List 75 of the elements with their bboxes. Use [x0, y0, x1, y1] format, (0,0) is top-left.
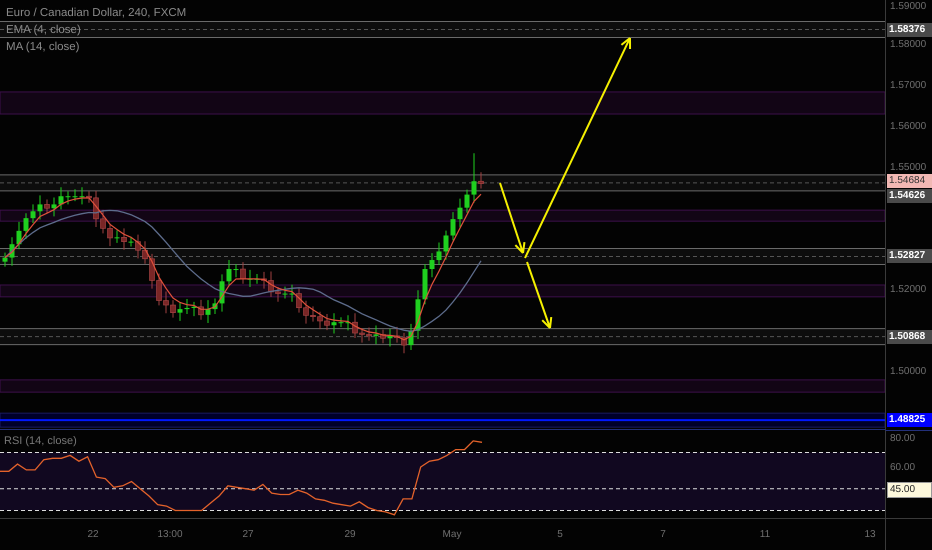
candle: [72, 188, 78, 202]
candle: [220, 274, 224, 312]
candle: [240, 262, 246, 284]
candle: [254, 273, 260, 284]
price-label: 1.52000: [890, 284, 926, 296]
candle: [52, 196, 56, 217]
candle: [282, 286, 288, 299]
candle: [30, 204, 36, 224]
price-marker: 1.52827: [887, 249, 932, 264]
candle: [346, 314, 350, 331]
rsi-axis-label: 80.00: [890, 432, 916, 445]
time-label: 5: [557, 528, 563, 542]
price-label: 1.56000: [890, 120, 926, 133]
candle: [178, 302, 182, 322]
candle: [408, 323, 414, 351]
price-label: 1.57000: [890, 80, 926, 92]
price-label: 1.55000: [890, 162, 926, 174]
price-label: 1.58000: [890, 38, 926, 51]
candle: [80, 186, 84, 205]
price-marker: 1.48825: [887, 413, 932, 428]
candle: [206, 300, 210, 324]
candle: [192, 301, 196, 317]
candle: [416, 290, 420, 340]
candle: [38, 194, 42, 220]
legend-text: MA (14, close): [6, 40, 80, 54]
price-marker: 1.54626: [887, 188, 932, 203]
time-label: May: [442, 528, 462, 542]
candle: [16, 221, 22, 250]
candle: [121, 228, 127, 250]
candle: [234, 264, 238, 278]
candle: [380, 329, 386, 344]
candle: [422, 264, 428, 305]
price-label: 1.50000: [890, 366, 926, 378]
price-marker: 1.58376: [887, 22, 932, 37]
rsi-axis-label: 60.00: [890, 462, 916, 474]
candle: [388, 328, 392, 347]
price-marker: 1.54684: [887, 174, 932, 188]
candle: [436, 242, 442, 266]
candle: [114, 230, 120, 244]
candle: [226, 260, 232, 287]
price-label: 1.59000: [890, 1, 926, 13]
candle: [332, 312, 336, 334]
time-label: 22: [87, 528, 99, 542]
time-label: 13:00: [157, 528, 183, 542]
candle: [430, 252, 434, 278]
candle: [44, 199, 50, 214]
candle: [444, 230, 448, 260]
time-label: 13: [864, 528, 876, 542]
arrow-drawing: [526, 262, 552, 329]
candle: [374, 324, 378, 345]
price-marker: 1.50868: [887, 330, 932, 344]
candle: [212, 298, 218, 315]
candle: [248, 269, 252, 288]
candle: [2, 252, 8, 268]
candle: [128, 236, 134, 248]
candle: [198, 299, 204, 320]
time-label: 11: [760, 528, 770, 542]
time-label: 27: [242, 528, 254, 542]
candle: [184, 298, 190, 315]
time-label: 29: [344, 528, 356, 542]
candle: [458, 198, 462, 228]
rsi-level-marker: 45.00: [887, 482, 932, 498]
candle: [478, 172, 484, 190]
legend-text: Euro / Canadian Dollar, 240, FXCM: [6, 6, 186, 20]
candle: [10, 236, 14, 266]
candle: [24, 212, 28, 240]
candle: [472, 152, 476, 204]
candle: [464, 189, 470, 214]
candle: [450, 212, 456, 241]
candle: [58, 186, 64, 210]
time-label: 7: [660, 528, 666, 542]
rsi-title: RSI (14, close): [4, 434, 77, 449]
candle: [338, 316, 344, 328]
candle: [290, 284, 294, 302]
candle: [66, 190, 70, 205]
